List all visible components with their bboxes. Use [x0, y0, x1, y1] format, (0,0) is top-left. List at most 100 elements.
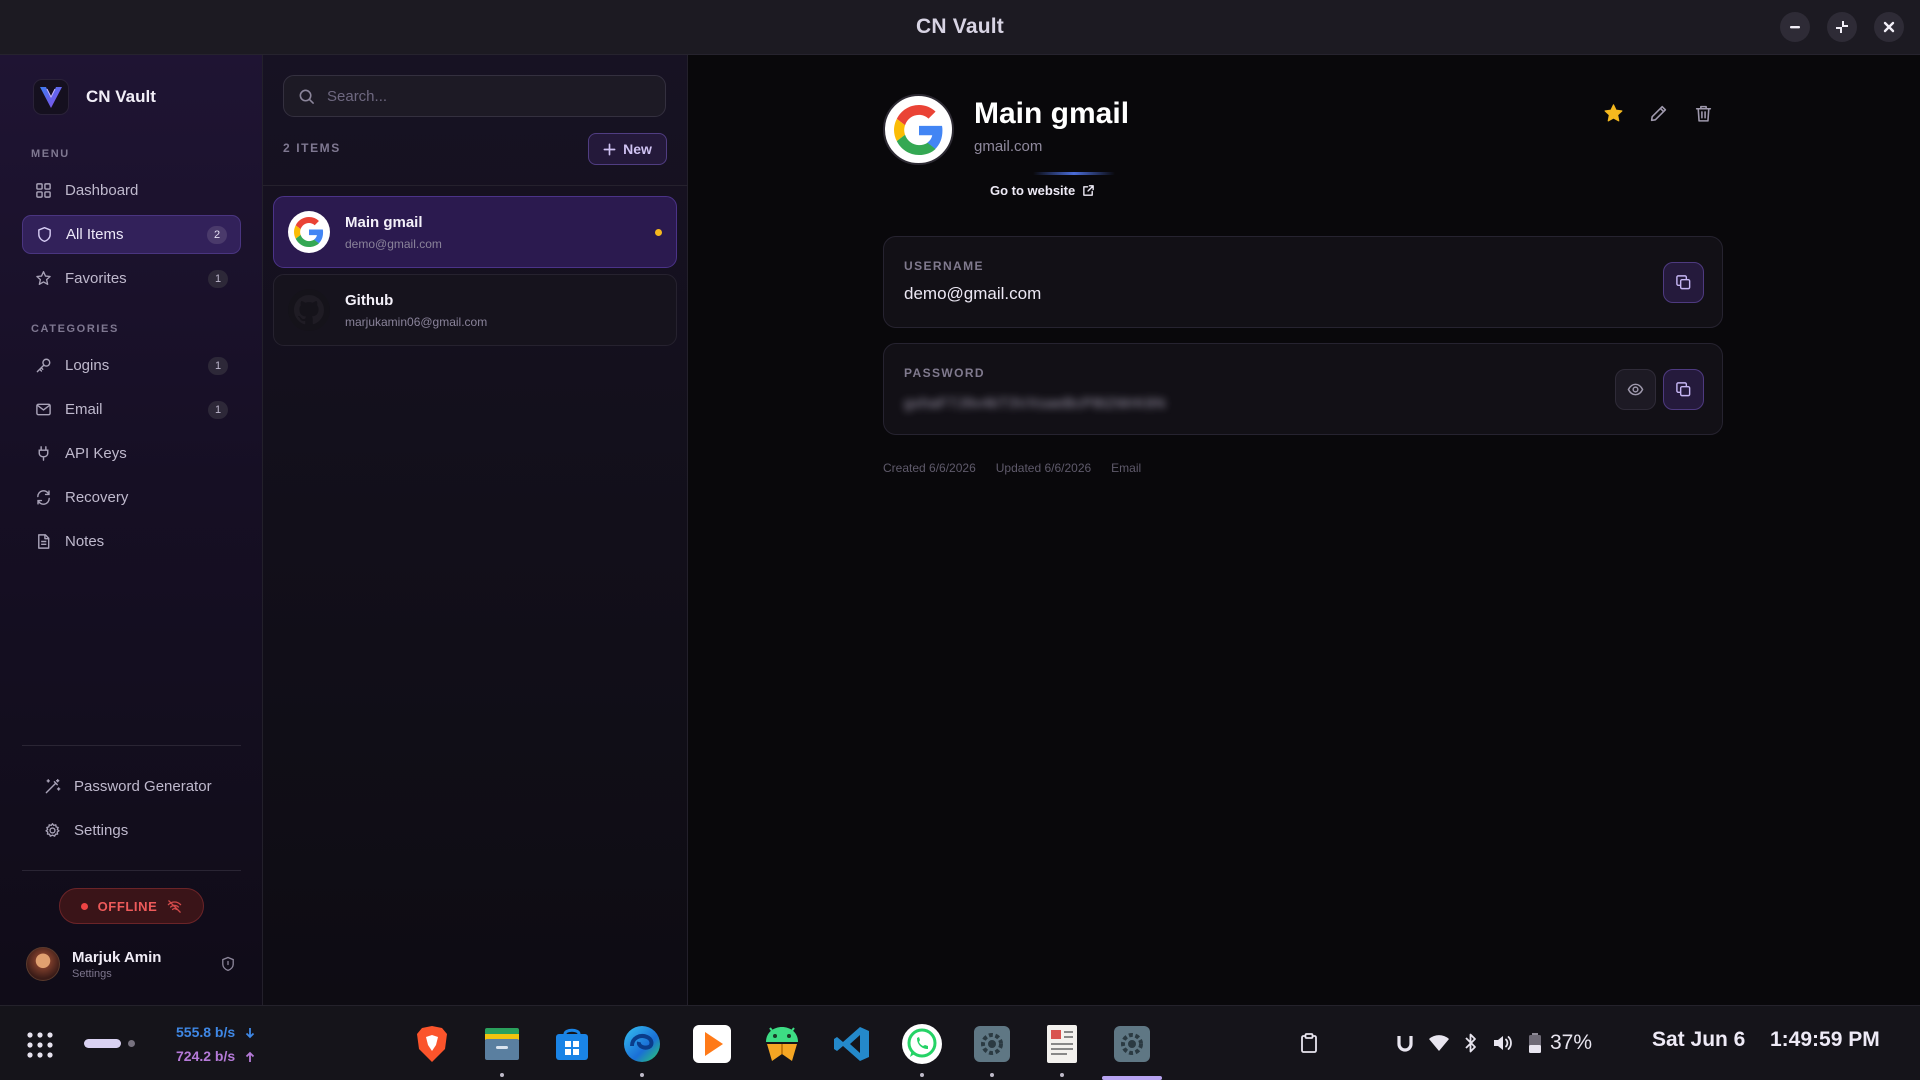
restore-icon [1836, 21, 1848, 33]
magnet-icon[interactable] [1396, 1031, 1414, 1055]
items-count-label: 2 ITEMS [283, 141, 341, 155]
android-studio-icon[interactable] [758, 1020, 806, 1068]
plus-icon [603, 143, 616, 155]
star-icon [1604, 104, 1623, 122]
shield-icon[interactable] [220, 956, 236, 972]
item-category: Email [1111, 461, 1142, 475]
app-launcher-button[interactable] [26, 1031, 54, 1059]
clipboard-icon[interactable] [1300, 1031, 1318, 1055]
sidebar-item-notes[interactable]: Notes [22, 522, 241, 561]
battery-indicator[interactable]: 37% [1528, 1031, 1592, 1055]
edit-button[interactable] [1647, 102, 1670, 125]
close-button[interactable] [1874, 12, 1904, 42]
copy-icon [1676, 382, 1691, 397]
sidebar: CN Vault MENU Dashboard All Items 2 Favo… [0, 55, 263, 1005]
item-detail-pane: Main gmail gmail.com Go to website USERN… [688, 55, 1920, 1005]
go-to-website-link[interactable]: Go to website [990, 179, 1095, 201]
network-speed-widget: 555.8 b/s 724.2 b/s [176, 1020, 255, 1068]
arrow-down-icon [245, 1028, 255, 1039]
sidebar-item-dashboard[interactable]: Dashboard [22, 171, 241, 210]
item-metadata: Created 6/6/2026 Updated 6/6/2026 Email [883, 461, 1141, 475]
sidebar-divider [22, 745, 241, 746]
brand[interactable]: CN Vault [33, 79, 156, 115]
external-link-icon [1083, 184, 1095, 196]
list-divider [263, 185, 688, 186]
username-field-card: USERNAME demo@gmail.com [883, 236, 1723, 328]
sidebar-item-api-keys[interactable]: API Keys [22, 434, 241, 473]
restore-button[interactable] [1827, 12, 1857, 42]
wifi-icon[interactable] [1428, 1031, 1450, 1055]
sidebar-item-email[interactable]: Email 1 [22, 390, 241, 429]
password-field-card: PASSWORD gxhaF7J9v4kT3VXsaeBcP8t2WrK6N [883, 343, 1723, 435]
offline-status-badge[interactable]: OFFLINE [59, 888, 204, 924]
battery-percentage: 37% [1550, 1031, 1593, 1054]
minimize-button[interactable] [1780, 12, 1810, 42]
mail-icon [36, 403, 51, 416]
delete-button[interactable] [1692, 102, 1715, 125]
files-icon[interactable] [478, 1020, 526, 1077]
vscode-icon[interactable] [828, 1020, 876, 1068]
window-title: CN Vault [916, 15, 1004, 38]
gear-icon [45, 823, 60, 837]
edge-icon[interactable] [618, 1020, 666, 1077]
new-item-button[interactable]: New [588, 133, 667, 165]
pencil-icon [1650, 105, 1667, 122]
app-logo-icon [33, 79, 69, 115]
sidebar-item-all-items[interactable]: All Items 2 [22, 215, 241, 254]
sidebar-item-favorites[interactable]: Favorites 1 [22, 259, 241, 298]
menu-section-label: MENU [31, 148, 70, 160]
store-icon[interactable] [548, 1020, 596, 1068]
sidebar-item-logins[interactable]: Logins 1 [22, 346, 241, 385]
workspace-indicator[interactable] [128, 1040, 135, 1047]
list-item[interactable]: Main gmail demo@gmail.com [273, 196, 677, 268]
sidebar-item-label: Dashboard [65, 182, 139, 199]
date-display[interactable]: Sat Jun 6 [1652, 1028, 1745, 1052]
cn-vault-icon[interactable] [1102, 1020, 1162, 1080]
list-item-title: Main gmail [345, 213, 423, 231]
player-icon[interactable] [688, 1020, 736, 1068]
user-profile[interactable]: Marjuk Amin Settings [26, 944, 236, 984]
copy-username-button[interactable] [1663, 262, 1704, 303]
list-item-subtitle: marjukamin06@gmail.com [345, 314, 488, 329]
copy-icon [1676, 275, 1691, 290]
count-badge: 1 [208, 269, 228, 288]
link-highlight [1033, 172, 1115, 175]
brave-icon[interactable] [408, 1020, 456, 1068]
key-icon [36, 358, 51, 373]
bluetooth-icon[interactable] [1464, 1031, 1478, 1055]
search-input[interactable] [327, 87, 651, 105]
whatsapp-icon[interactable] [898, 1020, 946, 1077]
google-icon [883, 94, 954, 165]
refresh-icon [37, 490, 50, 505]
copy-password-button[interactable] [1663, 369, 1704, 410]
time-display[interactable]: 1:49:59 PM [1770, 1028, 1880, 1052]
search-bar[interactable] [283, 75, 666, 117]
password-generator-button[interactable]: Password Generator [31, 767, 250, 806]
reveal-password-button[interactable] [1615, 369, 1656, 410]
battery-icon [1529, 1033, 1541, 1053]
minimize-icon [1790, 26, 1800, 29]
password-label: PASSWORD [904, 366, 985, 380]
volume-icon[interactable] [1492, 1031, 1514, 1055]
workspace-indicator-active[interactable] [84, 1039, 121, 1048]
app-grid-icon [27, 1032, 53, 1058]
text-editor-icon[interactable] [1038, 1020, 1086, 1077]
tray-spacer [1332, 1031, 1382, 1055]
new-item-label: New [623, 141, 652, 157]
settings-app-icon[interactable] [968, 1020, 1016, 1077]
user-settings-link[interactable]: Settings [72, 968, 208, 980]
sidebar-item-recovery[interactable]: Recovery [22, 478, 241, 517]
window-titlebar: CN Vault [0, 0, 1920, 55]
google-icon [288, 211, 330, 253]
settings-button[interactable]: Settings [31, 811, 250, 850]
username-value[interactable]: demo@gmail.com [904, 284, 1041, 304]
password-value[interactable]: gxhaF7J9v4kT3VXsaeBcP8t2WrK6N [904, 395, 1166, 412]
item-actions [1602, 102, 1715, 125]
favorite-button[interactable] [1602, 102, 1625, 125]
sidebar-item-label: Logins [65, 357, 110, 374]
user-name: Marjuk Amin [72, 948, 162, 966]
window-controls [1780, 12, 1904, 42]
dashboard-icon [36, 183, 51, 198]
sidebar-item-label: Recovery [65, 489, 129, 506]
list-item[interactable]: Github marjukamin06@gmail.com [273, 274, 677, 346]
